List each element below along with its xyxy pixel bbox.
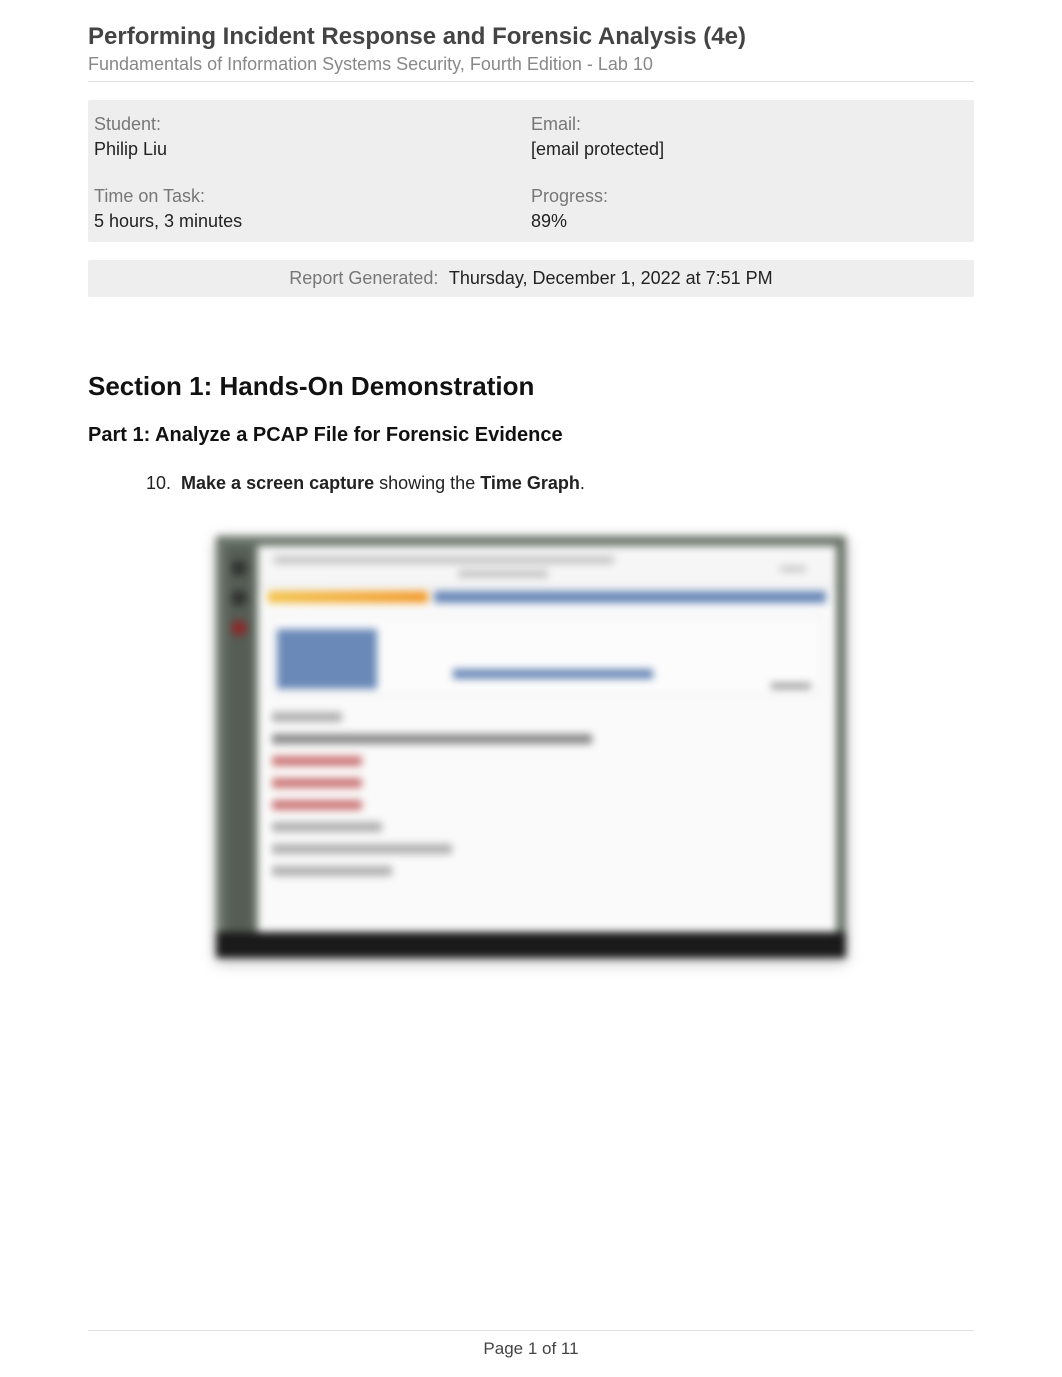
task-list: 10. Make a screen capture showing the Ti… bbox=[88, 471, 974, 496]
progress-label: Progress: bbox=[531, 186, 968, 207]
sidebar-dot-icon bbox=[231, 620, 247, 636]
time-on-task-label: Time on Task: bbox=[94, 186, 531, 207]
section-title: Section 1: Hands-On Demonstration bbox=[88, 371, 974, 402]
screenshot-main bbox=[258, 546, 836, 948]
screenshot-image bbox=[216, 536, 846, 958]
page-footer: Page 1 of 11 bbox=[0, 1339, 1062, 1359]
report-generated-label: Report Generated: bbox=[289, 268, 438, 288]
screenshot-sidebar bbox=[226, 546, 252, 948]
embedded-screenshot bbox=[216, 536, 846, 958]
student-label: Student: bbox=[94, 114, 531, 135]
task-item: 10. Make a screen capture showing the Ti… bbox=[146, 471, 974, 496]
screenshot-topbar bbox=[258, 546, 836, 588]
screenshot-list bbox=[272, 712, 822, 876]
email-label: Email: bbox=[531, 114, 968, 135]
task-instruction: Make a screen capture showing the Time G… bbox=[181, 471, 974, 496]
report-generated-bar: Report Generated: Thursday, December 1, … bbox=[88, 260, 974, 297]
part-title: Part 1: Analyze a PCAP File for Forensic… bbox=[88, 424, 974, 447]
divider bbox=[88, 81, 974, 82]
task-text-mid: showing the bbox=[374, 473, 480, 493]
task-bold-2: Time Graph bbox=[480, 473, 580, 493]
document-subtitle: Fundamentals of Information Systems Secu… bbox=[88, 54, 974, 75]
document-page: Performing Incident Response and Forensi… bbox=[0, 0, 1062, 1377]
time-on-task-value: 5 hours, 3 minutes bbox=[94, 211, 531, 232]
student-value: Philip Liu bbox=[94, 139, 531, 160]
screenshot-status-bar bbox=[216, 932, 846, 958]
sidebar-dot-icon bbox=[231, 560, 247, 576]
screenshot-tabs bbox=[258, 588, 836, 606]
task-text-end: . bbox=[580, 473, 585, 493]
document-title: Performing Incident Response and Forensi… bbox=[88, 22, 974, 52]
screenshot-time-graph bbox=[272, 616, 822, 696]
email-value: [email protected] bbox=[531, 139, 968, 160]
task-bold-1: Make a screen capture bbox=[181, 473, 374, 493]
footer-divider bbox=[88, 1330, 974, 1331]
task-number: 10. bbox=[146, 471, 181, 496]
report-generated-value: Thursday, December 1, 2022 at 7:51 PM bbox=[449, 268, 773, 288]
info-card: Student: Philip Liu Email: [email protec… bbox=[88, 100, 974, 242]
progress-value: 89% bbox=[531, 211, 968, 232]
sidebar-dot-icon bbox=[231, 590, 247, 606]
